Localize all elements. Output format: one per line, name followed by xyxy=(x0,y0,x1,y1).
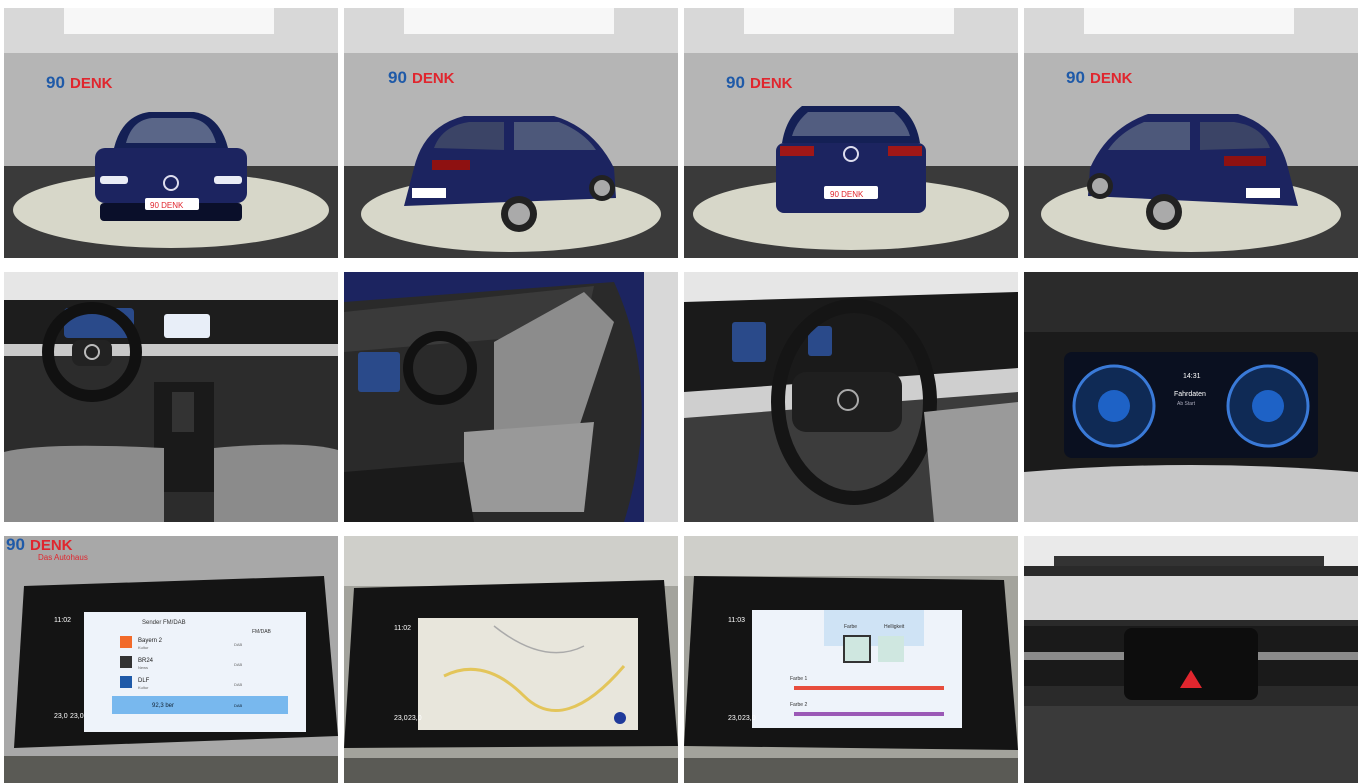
station-freq: DAB xyxy=(234,703,243,708)
photo-front-exterior[interactable]: 90 DENK 90 DENK xyxy=(4,8,338,258)
photo-climate-controls[interactable] xyxy=(1024,536,1358,783)
logo-name: DENK xyxy=(412,70,455,87)
station-name: 92,3 ber xyxy=(152,703,174,709)
radio-time: 11:02 xyxy=(54,617,71,624)
temp-left: 23,0 xyxy=(54,713,68,720)
nav-time: 11:02 xyxy=(394,625,411,632)
station-name: BR24 xyxy=(138,658,154,664)
station-freq: DAB xyxy=(234,682,243,687)
temp-left: 23,0 xyxy=(394,715,408,722)
logo-name: DENK xyxy=(750,75,793,92)
station-sub: News xyxy=(138,665,148,670)
photo-steering-wheel[interactable] xyxy=(684,272,1018,522)
photo-digital-cockpit[interactable]: 14:31 Fahrdaten Ab Start xyxy=(1024,272,1358,522)
color-1-label: Farbe 1 xyxy=(790,676,807,682)
photo-ambient-light-screen[interactable]: Farbe Helligkeit Farbe 1 Farbe 2 11:03 2… xyxy=(684,536,1018,783)
cockpit-center-title: Fahrdaten xyxy=(1174,391,1206,398)
photo-radio-screen[interactable]: 90 DENK Das Autohaus 11:02 Sender FM/DAB… xyxy=(4,536,338,783)
temp-right: 23,0 xyxy=(408,715,422,722)
logo-number: 90 xyxy=(726,73,745,92)
ambient-tab-color: Farbe xyxy=(844,624,857,630)
station-sub: Kultur xyxy=(138,685,149,690)
ambient-time: 11:03 xyxy=(728,617,745,624)
temp-right: 23,0 xyxy=(70,713,84,720)
cockpit-time: 14:31 xyxy=(1183,373,1201,380)
ambient-tab-brightness: Helligkeit xyxy=(884,624,905,630)
logo-number: 90 xyxy=(1066,68,1085,87)
photo-rear-right-exterior[interactable]: 90 DENK xyxy=(1024,8,1358,258)
logo-name: DENK xyxy=(1090,70,1133,87)
logo-name: DENK xyxy=(70,75,113,92)
cockpit-center-sub: Ab Start xyxy=(1177,401,1196,407)
station-sub: Kultur xyxy=(138,645,149,650)
photo-navigation-screen[interactable]: 11:02 23,0 23,0 xyxy=(344,536,678,783)
station-name: Bayern 2 xyxy=(138,638,163,644)
temp-right: 23,0 xyxy=(742,715,756,722)
logo-number: 90 xyxy=(388,68,407,87)
plate-text: 90 DENK xyxy=(830,190,864,199)
station-freq: DAB xyxy=(234,642,243,647)
logo-number: 90 xyxy=(6,536,25,554)
photo-gallery: 90 DENK 90 DENK 90 DENK 90 DENK 90 DENK … xyxy=(0,0,1365,783)
logo-tagline: Das Autohaus xyxy=(38,553,88,562)
photo-driver-seat[interactable] xyxy=(344,272,678,522)
photo-rear-left-exterior[interactable]: 90 DENK xyxy=(344,8,678,258)
plate-text: 90 DENK xyxy=(150,201,184,210)
photo-rear-exterior[interactable]: 90 DENK 90 DENK xyxy=(684,8,1018,258)
radio-filter: FM/DAB xyxy=(252,629,272,635)
logo-number: 90 xyxy=(46,73,65,92)
photo-dashboard-interior[interactable] xyxy=(4,272,338,522)
logo-name: DENK xyxy=(30,537,73,554)
color-2-label: Farbe 2 xyxy=(790,702,807,708)
station-freq: DAB xyxy=(234,662,243,667)
temp-left: 23,0 xyxy=(728,715,742,722)
radio-header: Sender FM/DAB xyxy=(142,620,186,626)
station-name: DLF xyxy=(138,678,150,684)
